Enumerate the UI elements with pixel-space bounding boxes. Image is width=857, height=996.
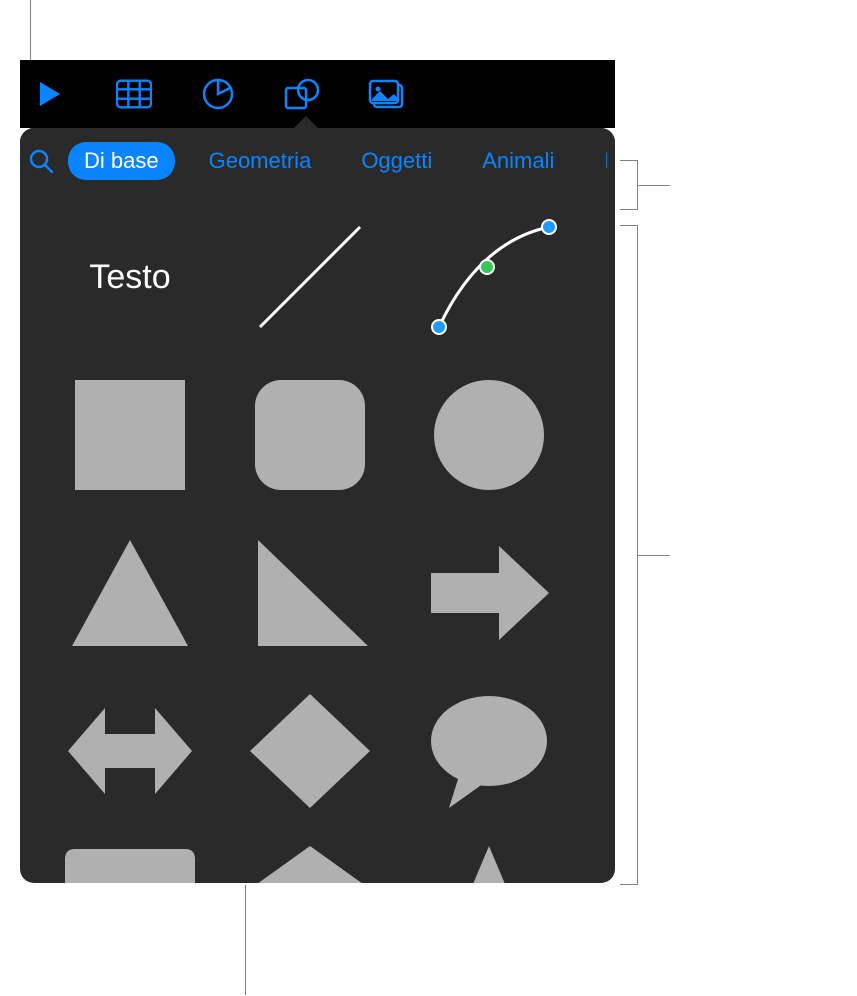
shapes-popover-container: Di base Geometria Oggetti Animali N Test… — [20, 128, 615, 883]
diamond-shape[interactable] — [240, 686, 380, 816]
callout-shape[interactable] — [60, 844, 200, 883]
curve-shape[interactable] — [419, 212, 559, 342]
rounded-square-shape[interactable] — [240, 370, 380, 500]
arrow-right-shape[interactable] — [419, 528, 559, 658]
shapes-popover: Di base Geometria Oggetti Animali N Test… — [20, 128, 615, 883]
callout-line-categories — [638, 185, 670, 186]
play-icon[interactable] — [32, 76, 68, 112]
popover-arrow — [292, 116, 320, 130]
media-icon[interactable] — [368, 76, 404, 112]
text-shape-label: Testo — [89, 258, 170, 297]
main-area: Di base Geometria Oggetti Animali N Test… — [20, 60, 615, 905]
callout-line-shapes — [638, 555, 670, 556]
star-shape[interactable] — [419, 844, 559, 883]
circle-shape[interactable] — [419, 370, 559, 500]
text-shape[interactable]: Testo — [60, 212, 200, 342]
callout-bracket-shapes — [620, 225, 638, 885]
pentagon-shape[interactable] — [240, 844, 380, 883]
category-tab-more[interactable]: N — [588, 142, 607, 180]
popover-header: Di base Geometria Oggetti Animali N — [20, 128, 615, 194]
line-shape[interactable] — [240, 212, 380, 342]
shapes-grid: Testo — [20, 194, 615, 883]
arrow-double-shape[interactable] — [60, 686, 200, 816]
table-icon[interactable] — [116, 76, 152, 112]
category-tab-basic[interactable]: Di base — [68, 142, 175, 180]
category-tabs: Di base Geometria Oggetti Animali N — [68, 142, 607, 180]
category-tab-objects[interactable]: Oggetti — [345, 142, 448, 180]
right-triangle-shape[interactable] — [240, 528, 380, 658]
shape-icon[interactable] — [284, 76, 320, 112]
callout-bracket-categories — [620, 160, 638, 210]
category-tab-animals[interactable]: Animali — [466, 142, 570, 180]
speech-bubble-shape[interactable] — [419, 686, 559, 816]
chart-icon[interactable] — [200, 76, 236, 112]
triangle-shape[interactable] — [60, 528, 200, 658]
category-tab-geometry[interactable]: Geometria — [193, 142, 328, 180]
search-icon[interactable] — [28, 148, 54, 174]
square-shape[interactable] — [60, 370, 200, 500]
